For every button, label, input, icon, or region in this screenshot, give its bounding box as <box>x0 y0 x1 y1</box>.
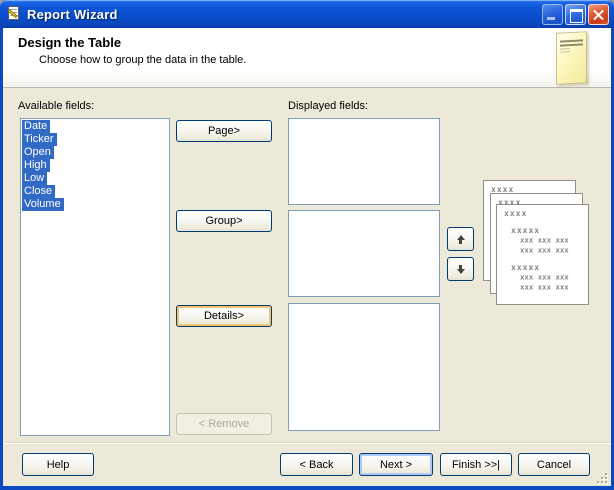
cancel-button[interactable]: Cancel <box>518 453 590 476</box>
down-arrow-icon <box>456 268 465 274</box>
minimize-button[interactable] <box>542 3 563 25</box>
back-button[interactable]: < Back <box>280 453 353 476</box>
help-button[interactable]: Help <box>22 453 94 476</box>
details-fields-list[interactable] <box>288 303 440 431</box>
preview-detail-row: xxx xxx xxx <box>520 273 569 282</box>
group-fields-list[interactable] <box>288 210 440 297</box>
title-bar: Report Wizard <box>0 0 614 28</box>
wizard-header: Design the Table Choose how to group the… <box>3 28 611 88</box>
page-fields-list[interactable] <box>288 118 440 205</box>
resize-grip[interactable] <box>595 471 608 484</box>
details-button[interactable]: Details> <box>176 305 272 327</box>
close-button[interactable] <box>588 3 609 25</box>
available-fields-list[interactable]: Date Ticker Open High Low Close Volume <box>20 118 170 436</box>
next-button[interactable]: Next > <box>359 453 433 476</box>
available-field-item[interactable]: Low <box>22 172 48 185</box>
move-down-button[interactable] <box>447 257 474 281</box>
available-field-item[interactable]: Volume <box>22 198 64 211</box>
available-field-item[interactable]: High <box>22 159 50 172</box>
report-wizard-icon <box>6 6 22 22</box>
preview-detail-row: xxx xxx xxx <box>520 283 569 292</box>
available-field-item[interactable]: Open <box>22 146 54 159</box>
available-field-item[interactable]: Close <box>22 185 56 198</box>
displayed-fields-label: Displayed fields: <box>288 100 369 112</box>
report-wizard-window: Report Wizard Design the Table Choose ho… <box>0 0 614 490</box>
preview-page-header: xxxx <box>504 209 528 218</box>
dialog-client-area: Design the Table Choose how to group the… <box>3 28 611 486</box>
footer-separator <box>3 442 611 444</box>
report-document-icon <box>556 31 587 85</box>
preview-detail-row: xxx xxx xxx <box>520 236 569 245</box>
preview-group-label: xxxxx <box>511 263 541 272</box>
available-field-item[interactable]: Ticker <box>22 133 57 146</box>
window-title: Report Wizard <box>27 6 118 22</box>
page-title: Design the Table <box>18 35 122 50</box>
preview-detail-row: xxx xxx xxx <box>520 246 569 255</box>
page-button[interactable]: Page> <box>176 120 272 142</box>
remove-button[interactable]: < Remove <box>176 413 272 435</box>
available-fields-label: Available fields: <box>18 100 95 112</box>
finish-button[interactable]: Finish >>| <box>440 453 512 476</box>
preview-group-label: xxxxx <box>511 226 541 235</box>
move-up-button[interactable] <box>447 227 474 251</box>
available-field-item[interactable]: Date <box>22 120 51 133</box>
group-button[interactable]: Group> <box>176 210 272 232</box>
maximize-button[interactable] <box>565 3 586 25</box>
preview-page-front: xxxx xxxxx xxx xxx xxx xxx xxx xxx xxxxx… <box>496 204 589 305</box>
page-subtitle: Choose how to group the data in the tabl… <box>39 54 247 66</box>
